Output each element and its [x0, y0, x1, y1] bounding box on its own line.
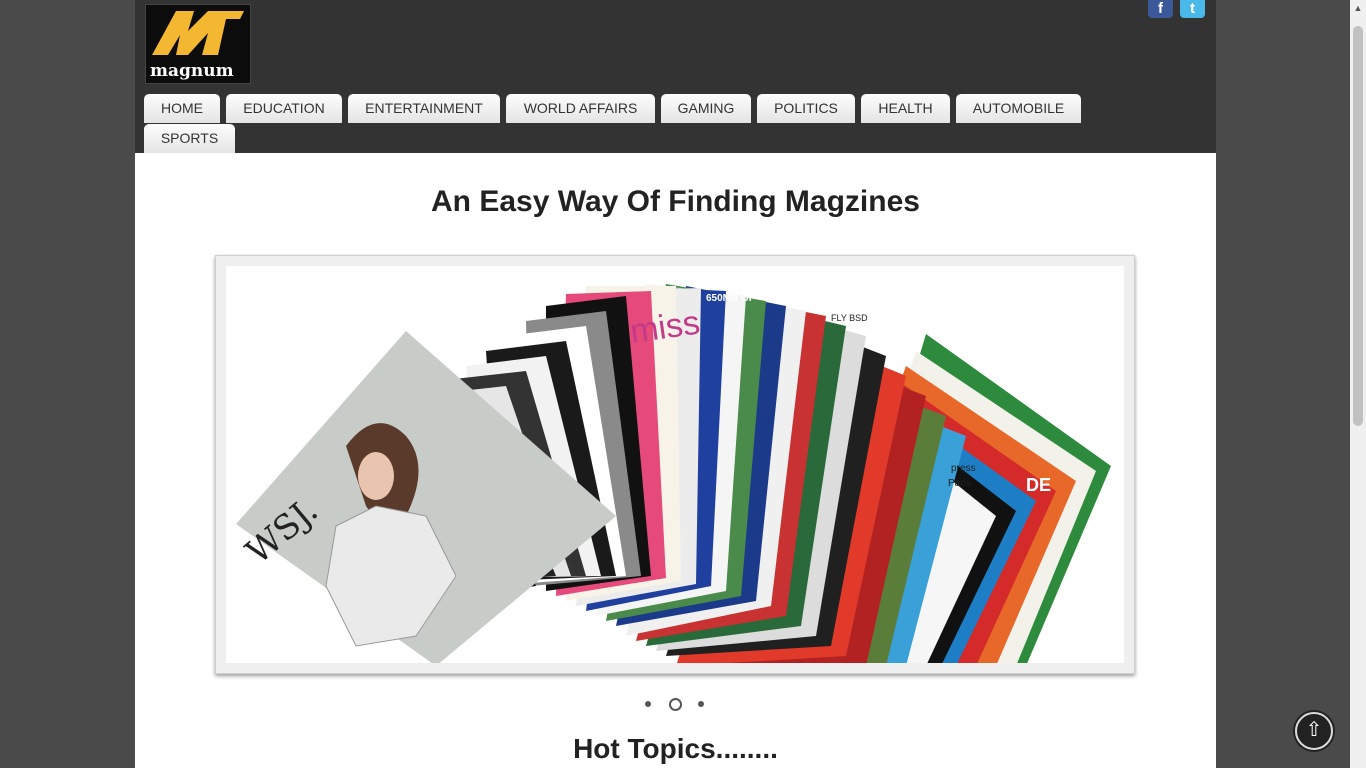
facebook-icon[interactable]: f [1148, 0, 1173, 18]
slide-image: WSJ. miss 650MB OF FLY BSD press Paris D… [226, 266, 1124, 663]
vertical-scrollbar[interactable]: ▲ [1350, 0, 1366, 768]
nav-tab-gaming[interactable]: GAMING [661, 94, 751, 123]
nav-tab-automobile[interactable]: AUTOMOBILE [956, 94, 1081, 123]
image-slider[interactable]: WSJ. miss 650MB OF FLY BSD press Paris D… [215, 255, 1135, 674]
hot-topics-heading: Hot Topics........ [573, 733, 778, 764]
slider-pagination [640, 698, 710, 712]
nav-tab-education[interactable]: EDUCATION [226, 94, 342, 123]
cover-text-de: DE [1026, 475, 1051, 495]
nav-tab-home[interactable]: HOME [144, 94, 220, 123]
logo-text: magnum [150, 61, 234, 81]
page-container: magnum f t HOME EDUCATION ENTERTAINMENT … [135, 0, 1216, 768]
twitter-icon[interactable]: t [1180, 0, 1205, 18]
cover-text-flybsd: FLY BSD [831, 313, 868, 323]
logo[interactable]: magnum [145, 4, 251, 84]
page-title: An Easy Way Of Finding Magzines [431, 185, 920, 218]
slider-dot-1[interactable] [645, 701, 651, 707]
cover-text-press: press [951, 463, 975, 474]
nav-tab-world-affairs[interactable]: WORLD AFFAIRS [506, 94, 655, 123]
site-header: magnum f t HOME EDUCATION ENTERTAINMENT … [135, 0, 1216, 153]
up-arrow-icon: ⇧ [1305, 719, 1323, 741]
slider-dot-3[interactable] [698, 701, 704, 707]
logo-m-icon [152, 11, 244, 55]
nav-tab-entertainment[interactable]: ENTERTAINMENT [348, 94, 500, 123]
scroll-up-arrow-icon[interactable]: ▲ [1350, 0, 1366, 16]
cover-text-paris: Paris [948, 478, 971, 489]
nav-tab-health[interactable]: HEALTH [861, 94, 950, 123]
nav-tab-politics[interactable]: POLITICS [757, 94, 855, 123]
nav-tab-sports[interactable]: SPORTS [144, 124, 235, 153]
slider-dot-2[interactable] [669, 698, 682, 711]
magazine-fan-image: WSJ. miss 650MB OF FLY BSD press Paris D… [236, 284, 1111, 663]
scroll-to-top-button[interactable]: ⇧ [1295, 712, 1333, 750]
scrollbar-thumb[interactable] [1353, 26, 1363, 426]
cover-text-650mb: 650MB OF [706, 293, 755, 304]
